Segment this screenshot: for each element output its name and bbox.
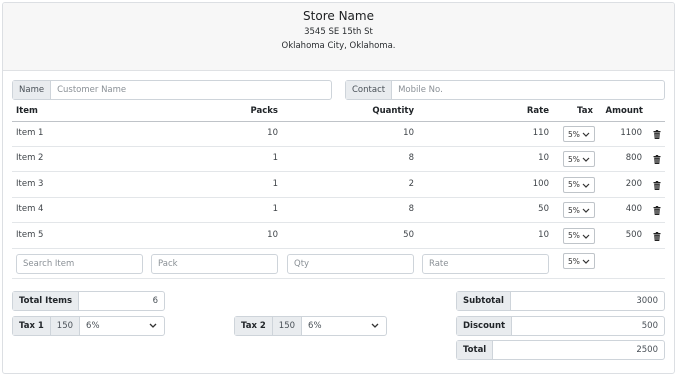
total-items-label: Total Items: [13, 292, 80, 310]
discount-input[interactable]: 500: [512, 317, 664, 335]
tax2-rate-value: 6%: [308, 321, 322, 331]
table-row: Item 4 1 8 50 5% 400: [12, 198, 665, 224]
total-group: Total 2500: [456, 340, 665, 360]
col-header-quantity: Quantity: [372, 106, 414, 116]
subtotal-group: Subtotal 3000: [456, 291, 665, 311]
table-row: Item 5 10 50 10 5% 500: [12, 224, 665, 249]
store-header: Store Name 3545 SE 15th St Oklahoma City…: [3, 3, 674, 71]
total-value: 2500: [636, 345, 658, 355]
cell-quantity: 8: [408, 204, 414, 215]
trash-icon[interactable]: [653, 180, 661, 190]
table-row: Item 2 1 8 10 5% 800: [12, 147, 665, 173]
row-tax-select[interactable]: 5%: [563, 151, 595, 168]
tax1-rate-select[interactable]: 6%: [80, 317, 164, 335]
entry-tax-select[interactable]: 5%: [563, 253, 595, 269]
cell-quantity: 10: [403, 128, 414, 138]
cell-amount: 200: [625, 178, 642, 189]
table-row: Item 3 1 2 100 5% 200: [12, 173, 665, 198]
col-header-item: Item: [16, 106, 38, 116]
col-header-packs: Packs: [250, 106, 279, 116]
col-header-amount: Amount: [605, 106, 643, 116]
table-row: Item 1 10 10 110 5% 1100: [12, 122, 665, 147]
row-tax-value: 5%: [568, 180, 580, 190]
name-label: Name: [13, 81, 52, 99]
cell-item: Item 4: [16, 204, 44, 215]
cell-rate: 110: [532, 128, 549, 138]
cell-item: Item 5: [16, 229, 44, 240]
cell-rate: 50: [538, 204, 549, 215]
qty-input[interactable]: [287, 254, 414, 274]
store-address-line2: Oklahoma City, Oklahoma.: [281, 41, 396, 51]
total-items-value: 6: [152, 296, 158, 306]
tax1-label: Tax 1: [13, 317, 51, 335]
rate-input[interactable]: [422, 254, 549, 274]
subtotal-value: 3000: [636, 296, 658, 306]
row-tax-value: 5%: [568, 129, 580, 139]
tax2-rate-select[interactable]: 6%: [302, 317, 386, 335]
chevron-down-icon: [582, 183, 590, 188]
tax2-amount: 150: [272, 317, 303, 335]
trash-icon[interactable]: [653, 206, 661, 216]
trash-icon[interactable]: [653, 130, 661, 139]
col-header-rate: Rate: [526, 106, 549, 116]
row-tax-value: 5%: [568, 205, 580, 215]
row-tax-select[interactable]: 5%: [563, 202, 595, 219]
contact-input[interactable]: [392, 81, 664, 99]
cell-quantity: 50: [403, 229, 414, 240]
cell-item: Item 2: [16, 153, 44, 164]
trash-icon[interactable]: [653, 155, 661, 165]
col-header-tax: Tax: [577, 106, 593, 116]
tax2-group: Tax 2 150 6%: [234, 316, 387, 336]
row-tax-select[interactable]: 5%: [563, 176, 595, 193]
cell-quantity: 2: [408, 178, 414, 189]
cell-packs: 1: [272, 204, 278, 215]
row-tax-value: 5%: [568, 154, 580, 164]
discount-label: Discount: [457, 317, 513, 335]
discount-group: Discount 500: [456, 316, 665, 336]
cell-amount: 1100: [620, 128, 642, 138]
cell-rate: 10: [538, 153, 549, 164]
cell-amount: 400: [625, 204, 642, 215]
chevron-down-icon: [582, 259, 590, 264]
row-tax-select[interactable]: 5%: [563, 227, 595, 244]
tax1-amount: 150: [50, 317, 81, 335]
cell-packs: 10: [267, 229, 278, 240]
cell-item: Item 3: [16, 178, 44, 189]
cell-rate: 100: [532, 178, 549, 189]
subtotal-label: Subtotal: [457, 292, 511, 310]
trash-icon[interactable]: [653, 231, 661, 241]
chevron-down-icon: [582, 208, 590, 214]
cell-packs: 1: [272, 178, 278, 189]
cell-amount: 500: [625, 229, 642, 240]
entry-tax-value: 5%: [568, 256, 580, 266]
cell-amount: 800: [625, 153, 642, 164]
tax1-group: Tax 1 150 6%: [12, 316, 165, 336]
tax2-label: Tax 2: [235, 317, 273, 335]
chevron-down-icon: [149, 323, 157, 328]
customer-contact-group: Contact: [345, 80, 665, 100]
store-name: Store Name: [303, 9, 374, 23]
chevron-down-icon: [582, 132, 590, 137]
cell-item: Item 1: [16, 128, 44, 138]
chevron-down-icon: [582, 234, 590, 239]
total-label: Total: [457, 341, 494, 359]
chevron-down-icon: [371, 323, 379, 328]
chevron-down-icon: [582, 157, 590, 163]
row-tax-value: 5%: [568, 231, 580, 241]
store-address-line1: 3545 SE 15th St: [304, 27, 373, 37]
pack-input[interactable]: [151, 254, 278, 274]
contact-label: Contact: [346, 81, 393, 99]
total-items-group: Total Items 6: [12, 291, 165, 311]
tax1-rate-value: 6%: [86, 321, 100, 331]
entry-divider: [12, 278, 665, 279]
cell-quantity: 8: [408, 153, 414, 164]
cell-rate: 10: [538, 229, 549, 240]
customer-name-input[interactable]: [51, 81, 331, 99]
customer-name-group: Name: [12, 80, 332, 100]
search-item-input[interactable]: [16, 254, 143, 274]
cell-packs: 10: [267, 128, 278, 138]
cell-packs: 1: [272, 153, 278, 164]
row-tax-select[interactable]: 5%: [563, 126, 595, 142]
